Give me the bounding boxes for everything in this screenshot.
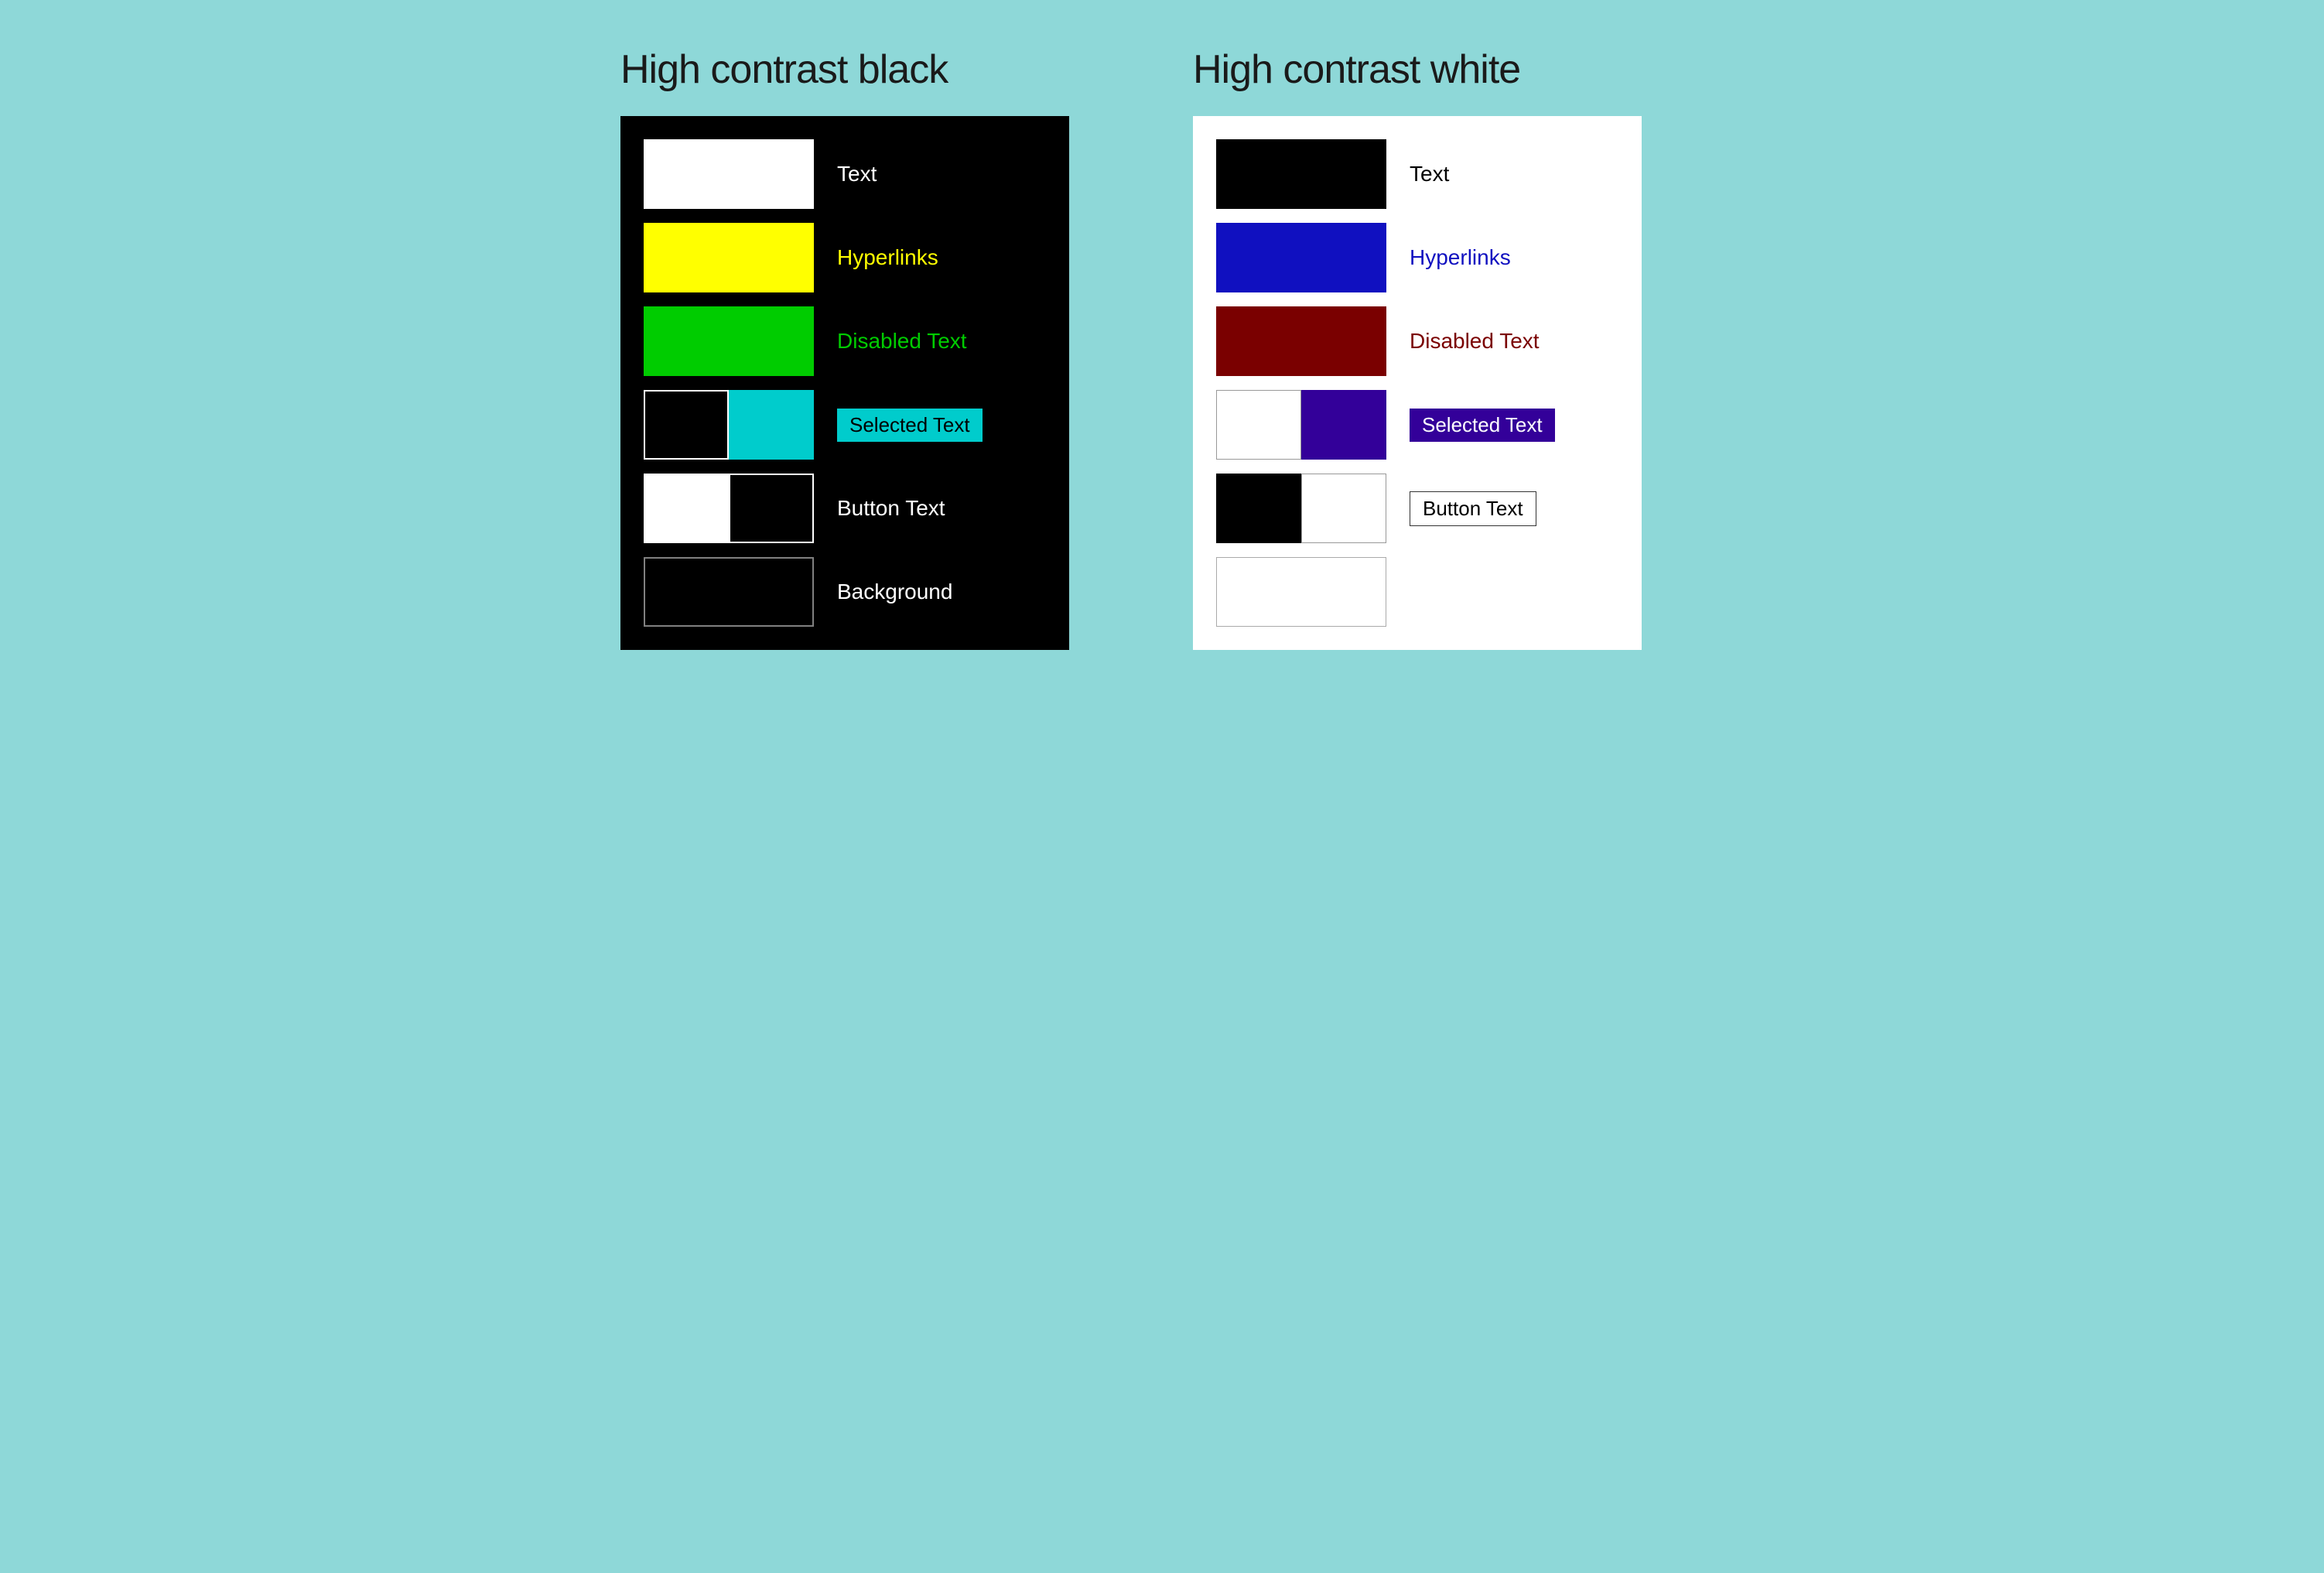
black-text-label: Text: [837, 162, 877, 186]
white-button-swatch-fg: [1301, 474, 1386, 543]
white-selected-label: Selected Text: [1410, 409, 1555, 442]
white-hyperlinks-label: Hyperlinks: [1410, 245, 1511, 270]
black-selected-swatch-bg: [644, 390, 729, 460]
white-disabled-row: Disabled Text: [1216, 306, 1618, 376]
black-section: High contrast black Text Hyperlinks Disa…: [620, 46, 1131, 650]
black-selected-swatches: [644, 390, 814, 460]
black-button-swatch-fg: [729, 474, 814, 543]
white-text-row: Text: [1216, 139, 1618, 209]
white-section-title: High contrast white: [1193, 46, 1520, 93]
white-button-swatches: [1216, 474, 1386, 543]
page-wrapper: High contrast black Text Hyperlinks Disa…: [620, 46, 1704, 650]
white-button-row: Button Text: [1216, 474, 1618, 543]
black-button-row: Button Text: [644, 474, 1046, 543]
white-button-swatch-bg: [1216, 474, 1301, 543]
black-section-title: High contrast black: [620, 46, 948, 93]
white-background-swatch: [1216, 557, 1386, 627]
black-disabled-swatch: [644, 306, 814, 376]
black-button-label: Button Text: [837, 496, 945, 521]
white-text-swatch: [1216, 139, 1386, 209]
white-panel: Text Hyperlinks Disabled Text Selected T…: [1193, 116, 1642, 650]
black-selected-label: Selected Text: [837, 409, 983, 442]
white-background-row: [1216, 557, 1618, 627]
black-background-row: Background: [644, 557, 1046, 627]
white-selected-row: Selected Text: [1216, 390, 1618, 460]
white-disabled-swatch: [1216, 306, 1386, 376]
black-background-swatch: [644, 557, 814, 627]
white-selected-swatches: [1216, 390, 1386, 460]
white-hyperlinks-swatch: [1216, 223, 1386, 292]
black-disabled-row: Disabled Text: [644, 306, 1046, 376]
white-section: High contrast white Text Hyperlinks Disa…: [1193, 46, 1704, 650]
black-selected-swatch-fg: [729, 390, 814, 460]
black-text-swatch: [644, 139, 814, 209]
black-background-label: Background: [837, 580, 952, 604]
black-text-row: Text: [644, 139, 1046, 209]
black-button-swatch-bg: [644, 474, 729, 543]
black-disabled-label: Disabled Text: [837, 329, 967, 354]
white-disabled-label: Disabled Text: [1410, 329, 1540, 354]
black-hyperlinks-label: Hyperlinks: [837, 245, 938, 270]
black-selected-row: Selected Text: [644, 390, 1046, 460]
white-hyperlinks-row: Hyperlinks: [1216, 223, 1618, 292]
black-panel: Text Hyperlinks Disabled Text Selected T…: [620, 116, 1069, 650]
black-hyperlinks-swatch: [644, 223, 814, 292]
black-hyperlinks-row: Hyperlinks: [644, 223, 1046, 292]
black-button-swatches: [644, 474, 814, 543]
white-selected-swatch-fg: [1301, 390, 1386, 460]
white-selected-swatch-bg: [1216, 390, 1301, 460]
white-text-label: Text: [1410, 162, 1449, 186]
white-button-label: Button Text: [1410, 491, 1536, 526]
